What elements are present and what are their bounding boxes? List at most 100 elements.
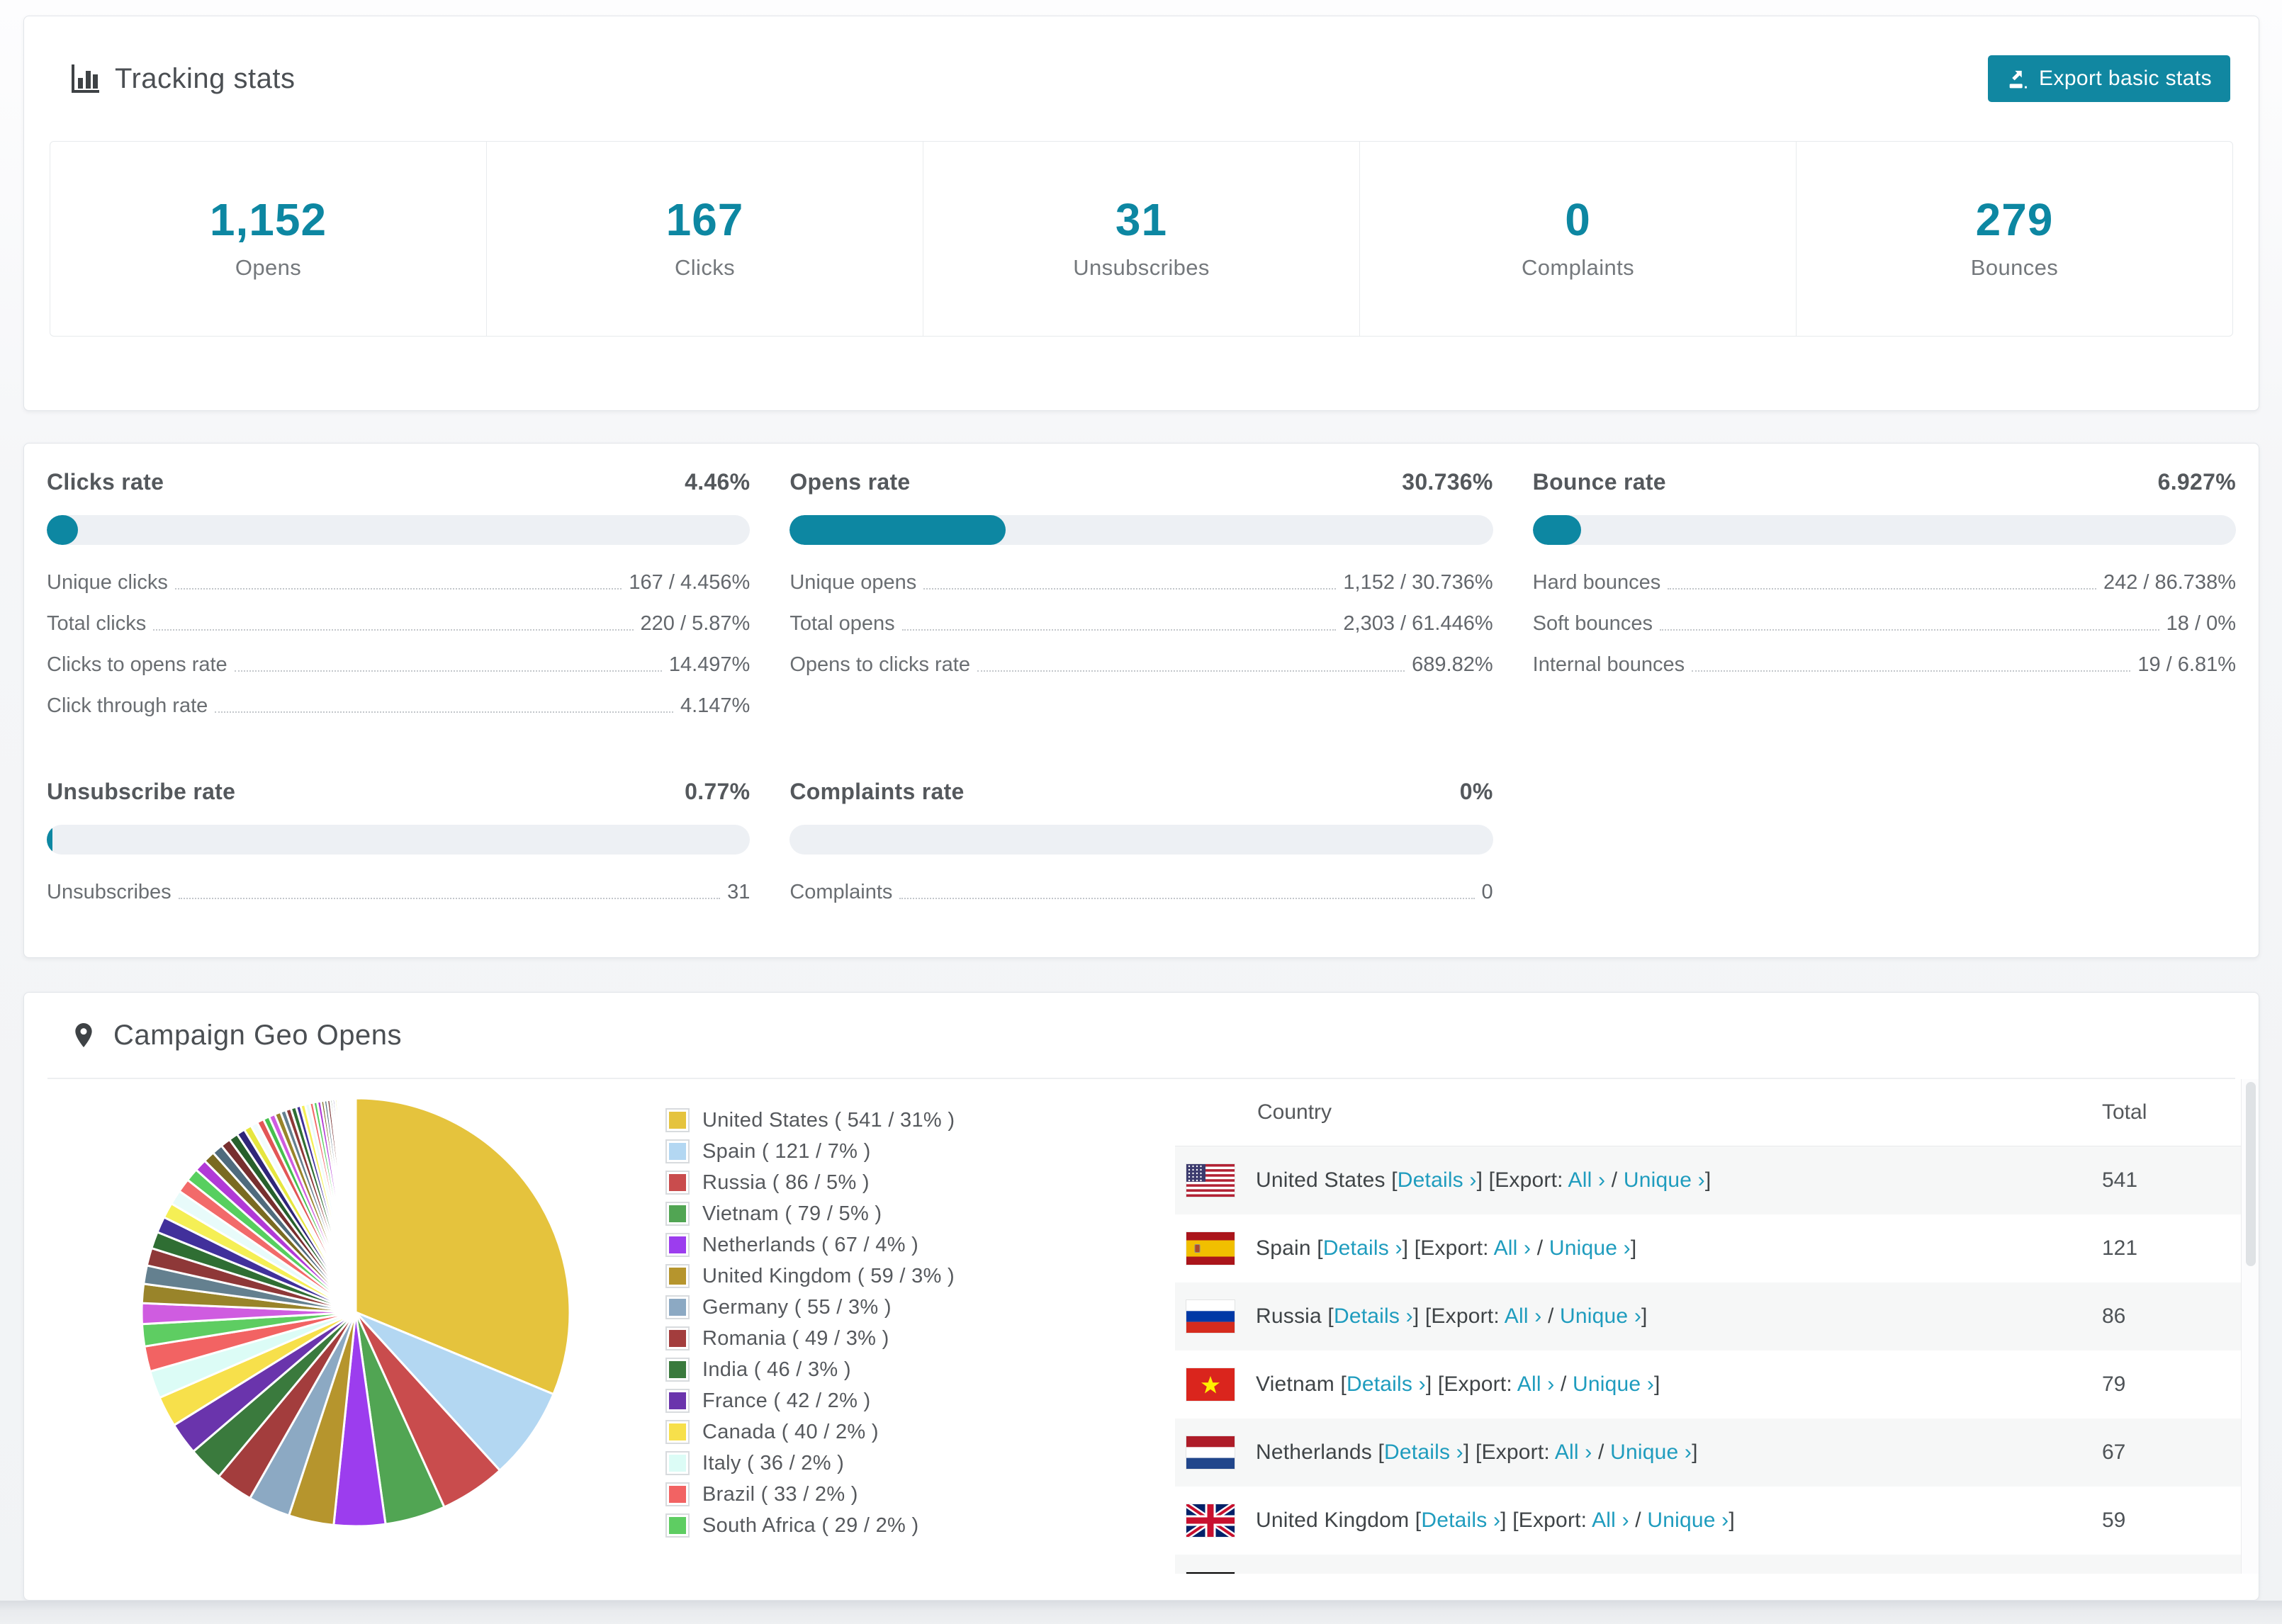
dotted-leader (1668, 588, 2096, 590)
country-cell: Russia [Details ›] [Export: All › / Uniq… (1256, 1304, 1648, 1328)
stat-label: Opens (235, 255, 302, 280)
rate-percent: 4.46% (685, 469, 751, 495)
legend-label: South Africa ( 29 / 2% ) (702, 1513, 919, 1537)
geo-section-title: Campaign Geo Opens (113, 1019, 403, 1051)
export-unique-link[interactable]: Unique › (1624, 1168, 1705, 1192)
rate-section: Opens rate 30.736% Unique opens 1,152 / … (789, 469, 1493, 718)
legend-label: India ( 46 / 3% ) (702, 1358, 851, 1381)
rate-stat-label: Click through rate (47, 694, 208, 717)
details-link[interactable]: Details › (1398, 1168, 1477, 1192)
export-all-link[interactable]: All › (1505, 1304, 1542, 1328)
details-link[interactable]: Details › (1347, 1372, 1426, 1396)
country-cell: Netherlands [Details ›] [Export: All › /… (1256, 1440, 1698, 1464)
rate-stat-label: Total opens (789, 612, 895, 635)
export-all-link[interactable]: All › (1592, 1509, 1629, 1532)
legend-item: Vietnam ( 79 / 5% ) (665, 1198, 955, 1229)
campaign-geo-opens-card: Campaign Geo Opens United States ( 541 /… (23, 992, 2259, 1601)
country-total: 541 (2102, 1168, 2138, 1192)
export-unique-link[interactable]: Unique › (1573, 1372, 1654, 1396)
legend-item: Italy ( 36 / 2% ) (665, 1448, 955, 1479)
legend-item: Russia ( 86 / 5% ) (665, 1167, 955, 1198)
stat-box: 0 Complaints (1359, 142, 1796, 336)
rate-stat-value: 242 / 86.738% (2103, 571, 2236, 594)
export-unique-link[interactable]: Unique › (1610, 1440, 1692, 1464)
rates-grid: Clicks rate 4.46% Unique clicks 167 / 4.… (47, 469, 2236, 904)
rate-stat-value: 31 (727, 881, 751, 903)
country-total: 86 (2102, 1304, 2126, 1328)
export-all-link[interactable]: All › (1555, 1440, 1592, 1464)
legend-label: Germany ( 55 / 3% ) (702, 1295, 892, 1319)
country-total: 79 (2102, 1372, 2126, 1396)
export-icon (2006, 67, 2029, 90)
legend-label: France ( 42 / 2% ) (702, 1389, 871, 1412)
legend-label: Russia ( 86 / 5% ) (702, 1171, 870, 1194)
progress-bar-fill (47, 515, 79, 545)
dotted-leader (1659, 629, 2159, 631)
rate-stat-label: Unique opens (789, 571, 917, 594)
flag-ru-icon (1186, 1299, 1235, 1333)
flag-de-icon (1186, 1572, 1235, 1574)
export-unique-link[interactable]: Unique › (1549, 1236, 1631, 1260)
rate-stat-label: Unsubscribes (47, 881, 172, 903)
legend-item: France ( 42 / 2% ) (665, 1385, 955, 1416)
dotted-leader (215, 711, 673, 713)
details-link[interactable]: Details › (1334, 1304, 1413, 1328)
rate-section: Bounce rate 6.927% Hard bounces 242 / 86… (1532, 469, 2236, 718)
rate-title: Unsubscribe rate (47, 779, 236, 804)
legend-swatch-icon (665, 1202, 690, 1226)
table-scrollbar-thumb[interactable] (2245, 1082, 2256, 1266)
rate-stat-value: 0 (1481, 881, 1493, 903)
tracking-stats-card: Tracking stats Export basic stats 1,152 … (23, 16, 2259, 411)
dotted-leader (923, 588, 1337, 590)
geo-table-row: United States [Details ›] [Export: All ›… (1175, 1146, 2242, 1214)
rate-stat-label: Internal bounces (1532, 653, 1685, 676)
export-all-link[interactable]: All › (1517, 1372, 1555, 1396)
stat-value: 167 (665, 194, 744, 245)
details-link[interactable]: Details › (1384, 1440, 1463, 1464)
rate-stat-label: Opens to clicks rate (789, 653, 970, 676)
country-cell: Spain [Details ›] [Export: All › / Uniqu… (1256, 1236, 1637, 1260)
export-all-link[interactable]: All › (1568, 1168, 1606, 1192)
rate-percent: 6.927% (2157, 469, 2236, 495)
rate-stat-label: Soft bounces (1532, 612, 1653, 635)
legend-swatch-icon (665, 1171, 690, 1195)
legend-label: Netherlands ( 67 / 4% ) (702, 1233, 919, 1256)
page-title: Tracking stats (115, 62, 296, 94)
country-total: 121 (2102, 1236, 2138, 1260)
geo-table-header: Country Total (1175, 1079, 2242, 1146)
rate-section: Complaints rate 0% Complaints 0 (789, 779, 1493, 904)
legend-item: Netherlands ( 67 / 4% ) (665, 1229, 955, 1261)
stat-label: Clicks (674, 255, 736, 280)
legend-label: Spain ( 121 / 7% ) (702, 1139, 871, 1163)
geo-table-row: Russia [Details ›] [Export: All › / Uniq… (1175, 1282, 2242, 1350)
rate-stat-row: Clicks to opens rate 14.497% (47, 653, 750, 677)
legend-item: Canada ( 40 / 2% ) (665, 1416, 955, 1448)
rate-stat-row: Unique clicks 167 / 4.456% (47, 570, 750, 594)
details-link[interactable]: Details › (1323, 1236, 1403, 1260)
export-basic-stats-button[interactable]: Export basic stats (1988, 55, 2230, 102)
rate-percent: 0.77% (685, 779, 751, 804)
dotted-leader (153, 629, 634, 631)
legend-label: Vietnam ( 79 / 5% ) (702, 1202, 882, 1225)
legend-item: United States ( 541 / 31% ) (665, 1105, 955, 1136)
legend-label: United Kingdom ( 59 / 3% ) (702, 1264, 955, 1287)
country-cell: Vietnam [Details ›] [Export: All › / Uni… (1256, 1372, 1660, 1396)
table-scrollbar[interactable] (2241, 1079, 2259, 1574)
country-cell: United Kingdom [Details ›] [Export: All … (1256, 1509, 1735, 1532)
rate-stat-label: Complaints (789, 881, 893, 903)
export-unique-link[interactable]: Unique › (1560, 1304, 1641, 1328)
rate-percent: 30.736% (1402, 469, 1493, 495)
rate-stat-row: Opens to clicks rate 689.82% (789, 653, 1493, 677)
flag-es-icon (1186, 1231, 1235, 1265)
rate-stat-row: Total opens 2,303 / 61.446% (789, 611, 1493, 636)
bar-chart-icon (69, 63, 101, 94)
stat-box: 31 Unsubscribes (923, 142, 1359, 336)
stat-value: 31 (1115, 194, 1168, 245)
country-total: 59 (2102, 1509, 2126, 1532)
stat-value: 0 (1565, 194, 1591, 245)
export-all-link[interactable]: All › (1494, 1236, 1531, 1260)
legend-item: Romania ( 49 / 3% ) (665, 1323, 955, 1354)
details-link[interactable]: Details › (1421, 1509, 1500, 1532)
export-unique-link[interactable]: Unique › (1647, 1509, 1729, 1532)
country-total: 67 (2102, 1440, 2126, 1464)
